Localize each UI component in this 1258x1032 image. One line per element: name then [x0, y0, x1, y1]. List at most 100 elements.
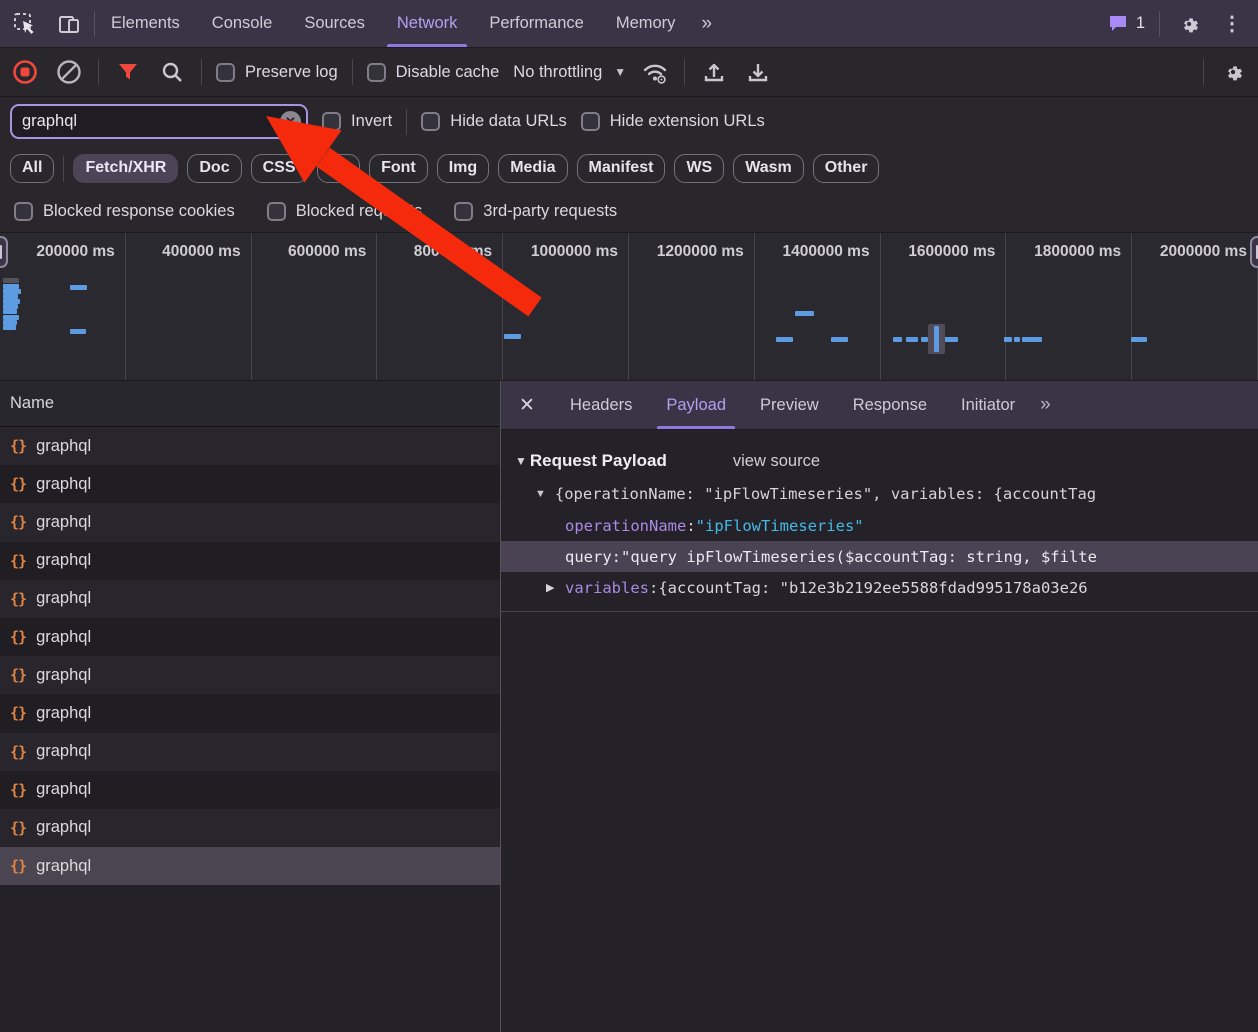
chip-fetch-xhr[interactable]: Fetch/XHR — [73, 154, 178, 182]
details-tab-payload[interactable]: Payload — [649, 381, 743, 429]
disable-cache-checkbox[interactable]: Disable cache — [367, 63, 500, 82]
timeline-request-bar — [943, 337, 958, 342]
search-icon[interactable] — [157, 57, 187, 87]
tab-sources[interactable]: Sources — [288, 0, 381, 47]
request-row[interactable]: {}graphql — [0, 847, 500, 885]
timeline-label-1600000-ms: 1600000 ms — [881, 233, 1007, 380]
chip-wasm[interactable]: Wasm — [733, 154, 804, 182]
request-row[interactable]: {}graphql — [0, 542, 500, 580]
payload-value: {accountTag: "b12e3b2192ee5588fdad995178… — [658, 579, 1087, 597]
chip-font[interactable]: Font — [369, 154, 428, 182]
request-row[interactable]: {}graphql — [0, 733, 500, 771]
request-row[interactable]: {}graphql — [0, 809, 500, 847]
network-settings-gear-icon[interactable] — [1218, 57, 1248, 87]
request-row[interactable]: {}graphql — [0, 771, 500, 809]
chip-media[interactable]: Media — [498, 154, 567, 182]
request-name: graphql — [36, 437, 91, 456]
checkbox-box — [421, 112, 440, 131]
chip-other[interactable]: Other — [813, 154, 880, 182]
chip-ws[interactable]: WS — [674, 154, 724, 182]
network-conditions-icon[interactable] — [640, 57, 670, 87]
tab-console[interactable]: Console — [196, 0, 289, 47]
invert-checkbox[interactable]: Invert — [322, 112, 392, 131]
request-name: graphql — [36, 628, 91, 647]
preserve-log-checkbox[interactable]: Preserve log — [216, 63, 338, 82]
request-row[interactable]: {}graphql — [0, 580, 500, 618]
toolbar-divider — [98, 59, 99, 85]
device-toolbar-icon[interactable] — [54, 9, 84, 39]
chip-css[interactable]: CSS — [251, 154, 308, 182]
view-source-link[interactable]: view source — [733, 452, 820, 471]
inspect-element-icon[interactable] — [10, 9, 40, 39]
timeline-label-1000000-ms: 1000000 ms — [503, 233, 629, 380]
details-more-tabs-icon[interactable]: » — [1032, 381, 1057, 429]
third-party-requests-checkbox[interactable]: 3rd-party requests — [454, 202, 617, 221]
timeline-request-bar — [1014, 337, 1020, 342]
timeline-request-bar — [1004, 337, 1012, 342]
clear-filter-icon[interactable]: ✕ — [280, 111, 301, 132]
timeline-request-bar — [3, 278, 19, 283]
details-tab-preview[interactable]: Preview — [743, 381, 836, 429]
tab-memory[interactable]: Memory — [600, 0, 692, 47]
payload-row-query[interactable]: query: "query ipFlowTimeseries($accountT… — [501, 541, 1258, 572]
timeline-left-handle[interactable] — [0, 236, 8, 268]
request-row[interactable]: {}graphql — [0, 503, 500, 541]
payload-summary-row[interactable]: ▼ {operationName: "ipFlowTimeseries", va… — [501, 478, 1258, 510]
chip-all[interactable]: All — [10, 154, 54, 182]
export-har-icon[interactable] — [743, 57, 773, 87]
blocked-response-cookies-checkbox[interactable]: Blocked response cookies — [14, 202, 235, 221]
payload-separator-colon: : — [649, 579, 658, 597]
request-row[interactable]: {}graphql — [0, 694, 500, 732]
payload-separator-colon: : — [612, 548, 621, 566]
chip-js[interactable]: JS — [317, 154, 361, 182]
name-column-header[interactable]: Name — [0, 381, 500, 427]
tab-network[interactable]: Network — [381, 0, 474, 47]
devtools-window: ElementsConsoleSourcesNetworkPerformance… — [0, 0, 1258, 1032]
throttling-dropdown[interactable]: No throttling ▼ — [513, 63, 626, 82]
payload-row-operationname[interactable]: operationName: "ipFlowTimeseries" — [501, 510, 1258, 541]
close-details-icon[interactable]: ✕ — [501, 381, 553, 429]
toolbar-divider — [201, 59, 202, 85]
payload-separator-colon: : — [686, 517, 695, 535]
request-row[interactable]: {}graphql — [0, 427, 500, 465]
filter-input[interactable] — [10, 104, 308, 139]
issues-counter[interactable]: 1 — [1109, 14, 1145, 33]
timeline-right-handle[interactable] — [1250, 236, 1258, 268]
json-braces-icon: {} — [10, 475, 26, 493]
details-tab-headers[interactable]: Headers — [553, 381, 649, 429]
chips-divider — [63, 156, 64, 182]
timeline-request-bar — [921, 337, 928, 342]
request-row[interactable]: {}graphql — [0, 465, 500, 503]
more-tabs-icon[interactable]: » — [691, 0, 720, 47]
hide-data-urls-checkbox[interactable]: Hide data URLs — [421, 112, 566, 131]
timeline-request-bar — [70, 285, 87, 290]
json-braces-icon: {} — [10, 552, 26, 570]
timeline-label-200000-ms: 200000 ms — [0, 233, 126, 380]
kebab-menu-icon[interactable]: ⋮ — [1218, 11, 1246, 36]
filter-funnel-icon[interactable] — [113, 57, 143, 87]
tab-performance[interactable]: Performance — [473, 0, 599, 47]
json-braces-icon: {} — [10, 743, 26, 761]
request-name: graphql — [36, 589, 91, 608]
tab-elements[interactable]: Elements — [95, 0, 196, 47]
hide-extension-urls-checkbox[interactable]: Hide extension URLs — [581, 112, 765, 131]
chip-img[interactable]: Img — [437, 154, 489, 182]
details-tab-initiator[interactable]: Initiator — [944, 381, 1032, 429]
checkbox-box — [322, 112, 341, 131]
toolbar-divider — [1203, 59, 1204, 85]
settings-gear-icon[interactable] — [1174, 9, 1204, 39]
clear-network-log-icon[interactable] — [54, 57, 84, 87]
issues-icon — [1109, 15, 1129, 33]
details-tab-response[interactable]: Response — [836, 381, 944, 429]
record-network-log-icon[interactable] — [10, 57, 40, 87]
request-row[interactable]: {}graphql — [0, 618, 500, 656]
chip-manifest[interactable]: Manifest — [577, 154, 666, 182]
blocked-requests-checkbox[interactable]: Blocked requests — [267, 202, 423, 221]
payload-row-variables[interactable]: ▶variables: {accountTag: "b12e3b2192ee55… — [501, 572, 1258, 603]
request-payload-header[interactable]: ▼ Request Payload view source — [501, 444, 1258, 478]
network-overview-timeline[interactable]: 200000 ms400000 ms600000 ms800000 ms1000… — [0, 233, 1258, 381]
timeline-request-bar — [906, 337, 918, 342]
import-har-icon[interactable] — [699, 57, 729, 87]
request-row[interactable]: {}graphql — [0, 656, 500, 694]
chip-doc[interactable]: Doc — [187, 154, 241, 182]
